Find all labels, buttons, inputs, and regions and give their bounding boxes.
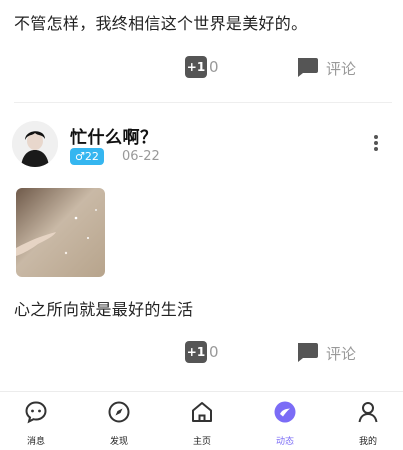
chat-bubble-icon [25,401,47,424]
tab-label: 消息 [26,437,45,447]
home-icon [192,402,212,422]
post-image[interactable] [16,188,105,277]
post-actions: +1 0 评论 [0,52,403,82]
feed-icon [274,401,296,423]
plus-one-count: 0 [209,343,219,361]
comment-button[interactable]: 评论 [326,343,356,364]
bottom-tab-bar: 消息 发现 主页 动态 我的 [0,391,403,450]
plus-one-count: 0 [209,58,219,76]
post-text: 心之所向就是最好的生活 [14,300,194,319]
comment-icon[interactable] [295,55,319,79]
tab-label: 我的 [358,437,377,447]
avatar[interactable] [12,121,58,167]
post-date: 06-22 [122,149,160,164]
post-actions: +1 0 评论 [0,337,403,367]
more-options-icon[interactable] [370,133,382,157]
gender-age-badge: ♂22 [70,148,104,165]
comment-icon[interactable] [295,340,319,364]
tab-messages[interactable]: 消息 [0,392,76,450]
tab-discover[interactable]: 发现 [79,392,159,450]
person-icon [358,402,378,423]
tab-feed[interactable]: 动态 [245,392,325,450]
tab-mine[interactable]: 我的 [328,392,403,450]
username[interactable]: 忙什么啊？ [70,123,158,148]
tab-label: 动态 [275,437,294,447]
comment-button[interactable]: 评论 [326,58,356,79]
post-text: 不管怎样，我终相信这个世界是美好的。 [14,14,308,33]
tab-label: 主页 [192,437,211,447]
compass-icon [108,401,130,423]
divider [14,102,392,103]
tab-label: 发现 [109,437,128,447]
tab-home[interactable]: 主页 [162,392,242,450]
plus-one-button[interactable]: +1 [185,341,207,363]
plus-one-button[interactable]: +1 [185,56,207,78]
